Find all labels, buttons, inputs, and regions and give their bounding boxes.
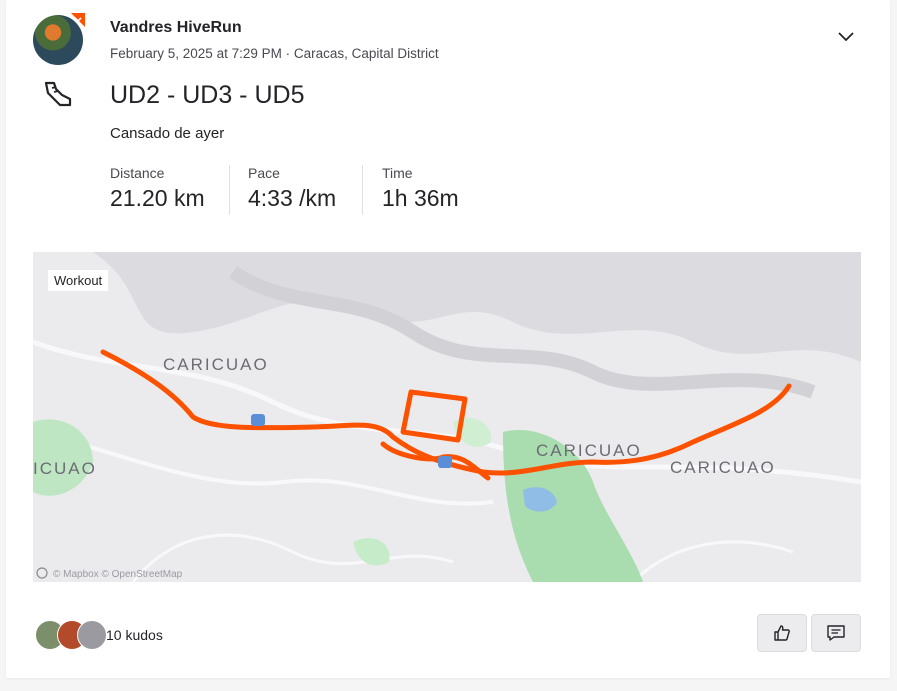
stat-pace: Pace 4:33 /km: [248, 165, 336, 212]
map-badge: Workout: [48, 270, 109, 291]
comment-icon: [827, 625, 845, 641]
route-map[interactable]: CARICUAO CARICUAO CARICUAO ICUAO © Mapbo…: [33, 252, 861, 582]
stat-distance: Distance 21.20 km: [110, 165, 205, 212]
stat-value: 1h 36m: [382, 185, 459, 211]
activity-meta: February 5, 2025 at 7:29 PM · Caracas, C…: [110, 46, 439, 61]
subscriber-badge-icon: [71, 13, 85, 27]
chevron-down-icon[interactable]: [835, 27, 857, 47]
athlete-avatar[interactable]: [33, 13, 85, 67]
athlete-name[interactable]: Vandres HiveRun: [110, 19, 242, 37]
kudos-avatars[interactable]: [35, 620, 107, 652]
stat-value: 4:33 /km: [248, 185, 337, 211]
thumbs-up-icon: [774, 625, 790, 641]
stat-label: Time: [382, 165, 413, 181]
map-attribution: © Mapbox © OpenStreetMap: [53, 569, 183, 580]
activity-title[interactable]: UD2 - UD3 - UD5: [110, 81, 304, 110]
place-label: CARICUAO: [163, 355, 269, 374]
comment-button[interactable]: [811, 614, 861, 652]
run-shoe-icon: [44, 81, 72, 107]
activity-description: Cansado de ayer: [110, 125, 225, 142]
stat-time: Time 1h 36m: [382, 165, 459, 212]
stat-label: Distance: [110, 165, 165, 181]
map-canvas: CARICUAO CARICUAO CARICUAO ICUAO © Mapbo…: [33, 252, 861, 582]
stat-value: 21.20 km: [110, 185, 205, 211]
stat-divider: [229, 165, 230, 215]
place-label: ICUAO: [33, 459, 97, 478]
stat-divider: [362, 165, 363, 215]
place-label: CARICUAO: [536, 441, 642, 460]
kudos-count[interactable]: 10 kudos: [106, 627, 163, 643]
give-kudos-button[interactable]: [757, 614, 807, 652]
place-label: CARICUAO: [670, 458, 776, 477]
stat-label: Pace: [248, 165, 280, 181]
avatar: [77, 620, 107, 650]
